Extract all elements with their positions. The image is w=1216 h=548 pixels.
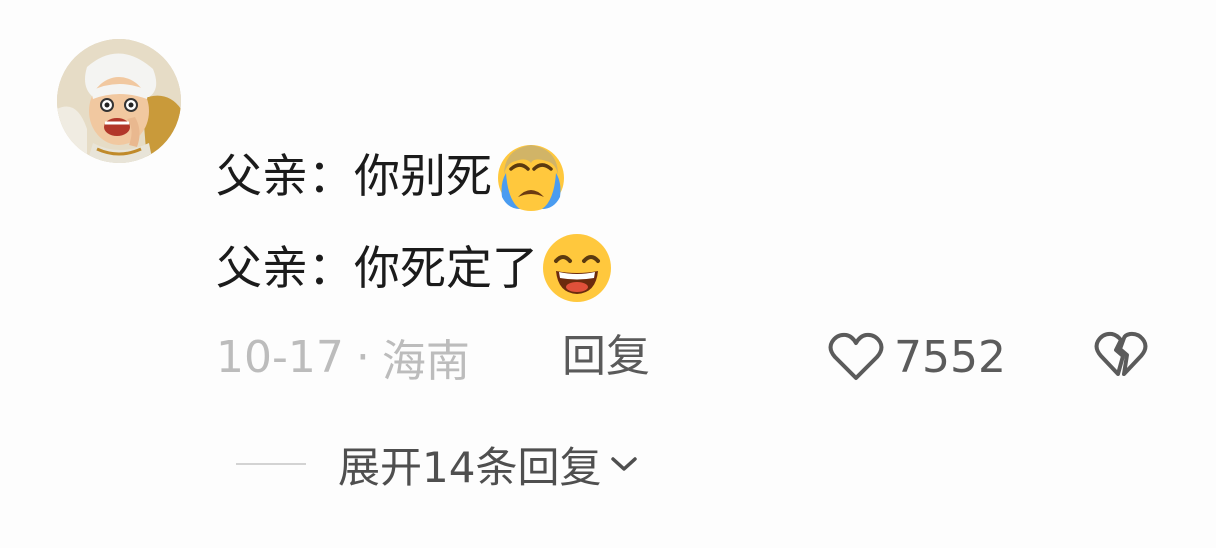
like-button[interactable]: 7552 bbox=[828, 326, 1006, 388]
chevron-down-icon bbox=[611, 457, 638, 471]
comment-line-1: 父亲：你别死 bbox=[216, 130, 614, 222]
reply-button[interactable]: 回复 bbox=[562, 326, 650, 388]
expand-replies-button[interactable]: 展开14条回复 bbox=[236, 436, 639, 492]
comment-line-2: 父亲：你死定了 bbox=[216, 222, 614, 314]
comment-line-2-text: 父亲：你死定了 bbox=[216, 241, 538, 295]
expand-replies-label: 展开14条回复 bbox=[338, 442, 602, 492]
broken-heart-icon bbox=[1094, 331, 1148, 376]
loudly-crying-face-icon bbox=[494, 139, 568, 213]
grinning-squinting-face-icon bbox=[540, 231, 614, 305]
comment-body: 父亲：你别死 父亲：你死定了 bbox=[216, 130, 614, 314]
comment-date: 10-17 bbox=[216, 331, 344, 383]
meta-separator: · bbox=[355, 331, 370, 383]
comment-line-1-text: 父亲：你别死 bbox=[216, 149, 492, 203]
heart-outline-icon bbox=[828, 332, 884, 380]
comment-location: 海南 bbox=[381, 336, 470, 387]
like-count: 7552 bbox=[894, 331, 1006, 383]
comment-item: 父亲：你别死 父亲：你死定了 10-17 · 海南 回复 7552 展开14条回… bbox=[0, 0, 1216, 548]
avatar[interactable] bbox=[57, 39, 181, 163]
avatar-image bbox=[57, 39, 181, 163]
divider-line bbox=[236, 463, 306, 465]
comment-meta: 10-17 · 海南 回复 7552 bbox=[216, 326, 1176, 388]
dislike-button[interactable] bbox=[1094, 330, 1148, 391]
